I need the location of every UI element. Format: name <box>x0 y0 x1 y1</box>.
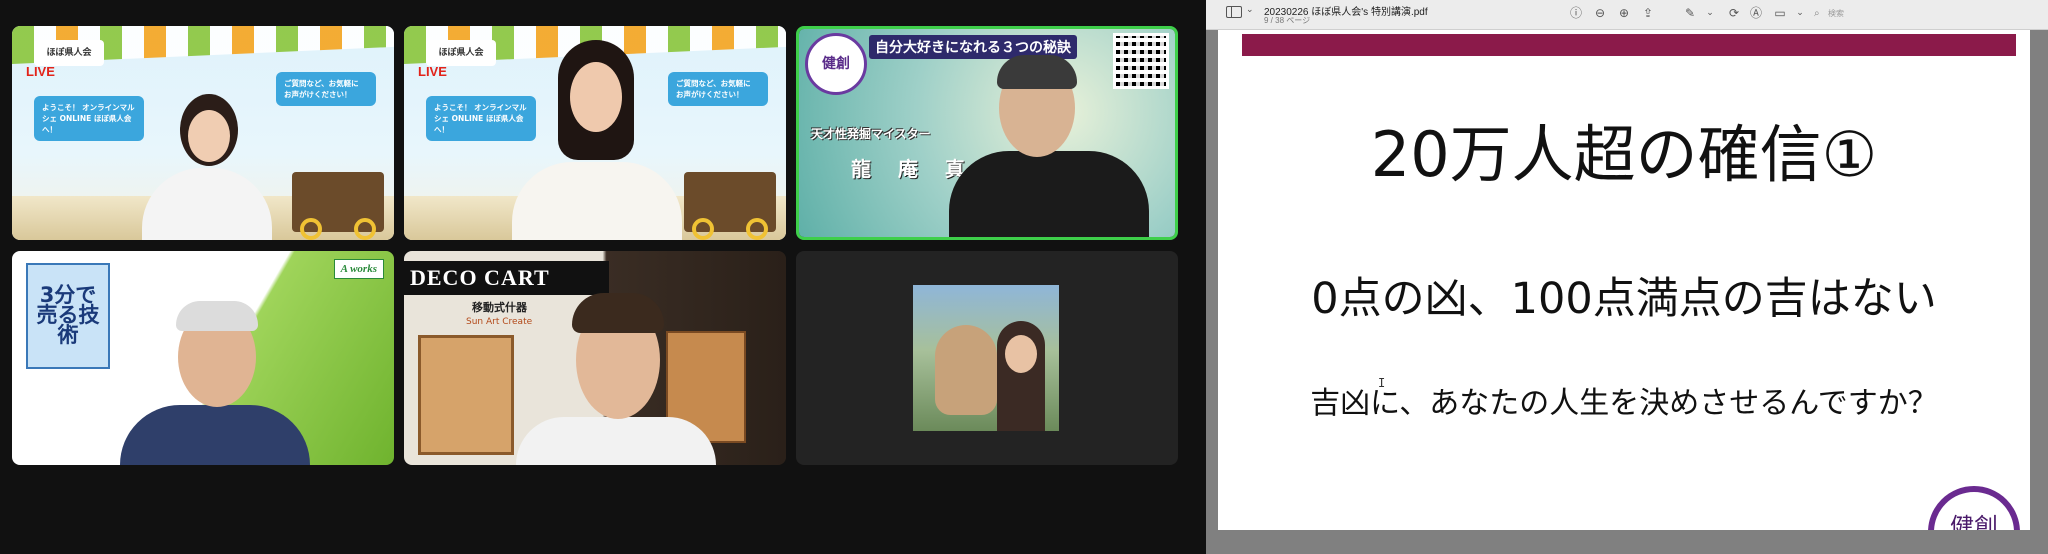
chevron-down-icon[interactable]: ⌄ <box>1792 5 1808 21</box>
display-cabinet <box>418 335 514 455</box>
sun-art-create-logo: Sun Art Create <box>466 317 533 327</box>
sidebar-toggle-icon[interactable] <box>1226 6 1242 18</box>
participant-face <box>188 110 230 162</box>
company-logo: A works <box>333 259 384 279</box>
market-cart <box>292 172 384 240</box>
chevron-down-icon[interactable]: ⌄ <box>1246 5 1254 15</box>
participant-body <box>949 151 1149 237</box>
slide-text-line-1: 0点の凶、100点満点の吉はない <box>1311 274 1937 324</box>
book-title: 3分で 売る技術 <box>36 283 100 347</box>
kensou-logo: 健創 <box>1928 486 2020 530</box>
participant-body <box>120 405 310 465</box>
welcome-bubble: ようこそ！ オンラインマルシェ ONLINE ほぼ県人会へ！ <box>426 96 536 141</box>
event-logo: ほぼ県人会 <box>34 40 104 66</box>
cart-wheel <box>692 218 714 240</box>
qr-code <box>1113 33 1169 89</box>
highlight-icon[interactable]: Ⓐ <box>1748 5 1764 21</box>
chevron-down-icon[interactable]: ⌄ <box>1702 5 1718 21</box>
slide-text-line-2: 吉凶に、あなたの人生を決めさせるんですか？ <box>1310 386 1938 421</box>
pdf-toolbar: ⌄ 20230226 ほぼ県人会's 特別講演.pdf 9 / 38 ページ ⓘ… <box>1206 0 2048 30</box>
form-fill-icon[interactable]: ▭ <box>1772 5 1788 21</box>
search-placeholder: 検索 <box>1828 9 1844 18</box>
video-tile-2[interactable]: ほぼ県人会 LIVE ようこそ！ オンラインマルシェ ONLINE ほぼ県人会へ… <box>404 26 786 240</box>
text-cursor-icon: I <box>1378 376 1386 390</box>
pen-markup-icon[interactable]: ✎ <box>1682 5 1698 21</box>
live-label: LIVE <box>26 64 55 79</box>
cart-wheel <box>300 218 322 240</box>
question-bubble: ご質問など、お気軽に お声がけください！ <box>276 72 376 106</box>
video-tile-3-active-speaker[interactable]: 健創 自分大好きになれる３つの秘訣 天才性発掘マイスター 龍 庵 真 <box>796 26 1178 240</box>
page-indicator: 9 / 38 ページ <box>1264 16 1311 25</box>
live-label: LIVE <box>418 64 447 79</box>
deco-cart-banner: DECO CART <box>404 261 609 295</box>
slide-title: 20万人超の確信① <box>1370 118 1878 191</box>
presenter-role: 天才性発掘マイスター <box>811 127 931 141</box>
video-tile-6-avatar[interactable] <box>796 251 1178 465</box>
video-tile-5[interactable]: DECO CART 移動式什器 Sun Art Create <box>404 251 786 465</box>
rotate-icon[interactable]: ⟳ <box>1726 5 1742 21</box>
cart-wheel <box>354 218 376 240</box>
info-icon[interactable]: ⓘ <box>1568 5 1584 21</box>
participant-hair <box>997 55 1077 89</box>
pdf-page: 20万人超の確信① 0点の凶、100点満点の吉はない 吉凶に、あなたの人生を決め… <box>1218 30 2030 530</box>
cart-wheel <box>746 218 768 240</box>
pdf-page-area[interactable]: 20万人超の確信① 0点の凶、100点満点の吉はない 吉凶に、あなたの人生を決め… <box>1206 30 2048 554</box>
kensou-emblem: 健創 <box>805 33 867 95</box>
search-input[interactable]: ⌕ 検索 <box>1810 6 1878 22</box>
zoom-out-icon[interactable]: ⊖ <box>1592 5 1608 21</box>
market-cart <box>684 172 776 240</box>
person-face <box>1005 335 1037 373</box>
participant-hair <box>572 293 664 333</box>
participant-body <box>512 162 682 240</box>
profile-photo <box>913 285 1059 431</box>
dog-figure <box>935 325 997 415</box>
participant-body <box>516 417 716 465</box>
share-icon[interactable]: ⇪ <box>1640 5 1656 21</box>
video-grid: ほぼ県人会 LIVE ようこそ！ オンラインマルシェ ONLINE ほぼ県人会へ… <box>0 0 1206 554</box>
participant-face <box>570 62 622 132</box>
slide-header-band <box>1242 34 2016 56</box>
pdf-viewer-window: ⌄ 20230226 ほぼ県人会's 特別講演.pdf 9 / 38 ページ ⓘ… <box>1206 0 2048 554</box>
search-icon: ⌕ <box>1814 8 1820 19</box>
zoom-in-icon[interactable]: ⊕ <box>1616 5 1632 21</box>
welcome-bubble: ようこそ！ オンラインマルシェ ONLINE ほぼ県人会へ！ <box>34 96 144 141</box>
event-logo: ほぼ県人会 <box>426 40 496 66</box>
participant-hair <box>176 301 258 331</box>
question-bubble: ご質問など、お気軽に お声がけください！ <box>668 72 768 106</box>
deco-cart-subtitle: 移動式什器 <box>472 301 527 314</box>
video-tile-1[interactable]: ほぼ県人会 LIVE ようこそ！ オンラインマルシェ ONLINE ほぼ県人会へ… <box>12 26 394 240</box>
video-tile-4[interactable]: 3分で 売る技術 A works <box>12 251 394 465</box>
presenter-name: 龍 庵 真 <box>851 157 975 181</box>
screen: ほぼ県人会 LIVE ようこそ！ オンラインマルシェ ONLINE ほぼ県人会へ… <box>0 0 2048 554</box>
